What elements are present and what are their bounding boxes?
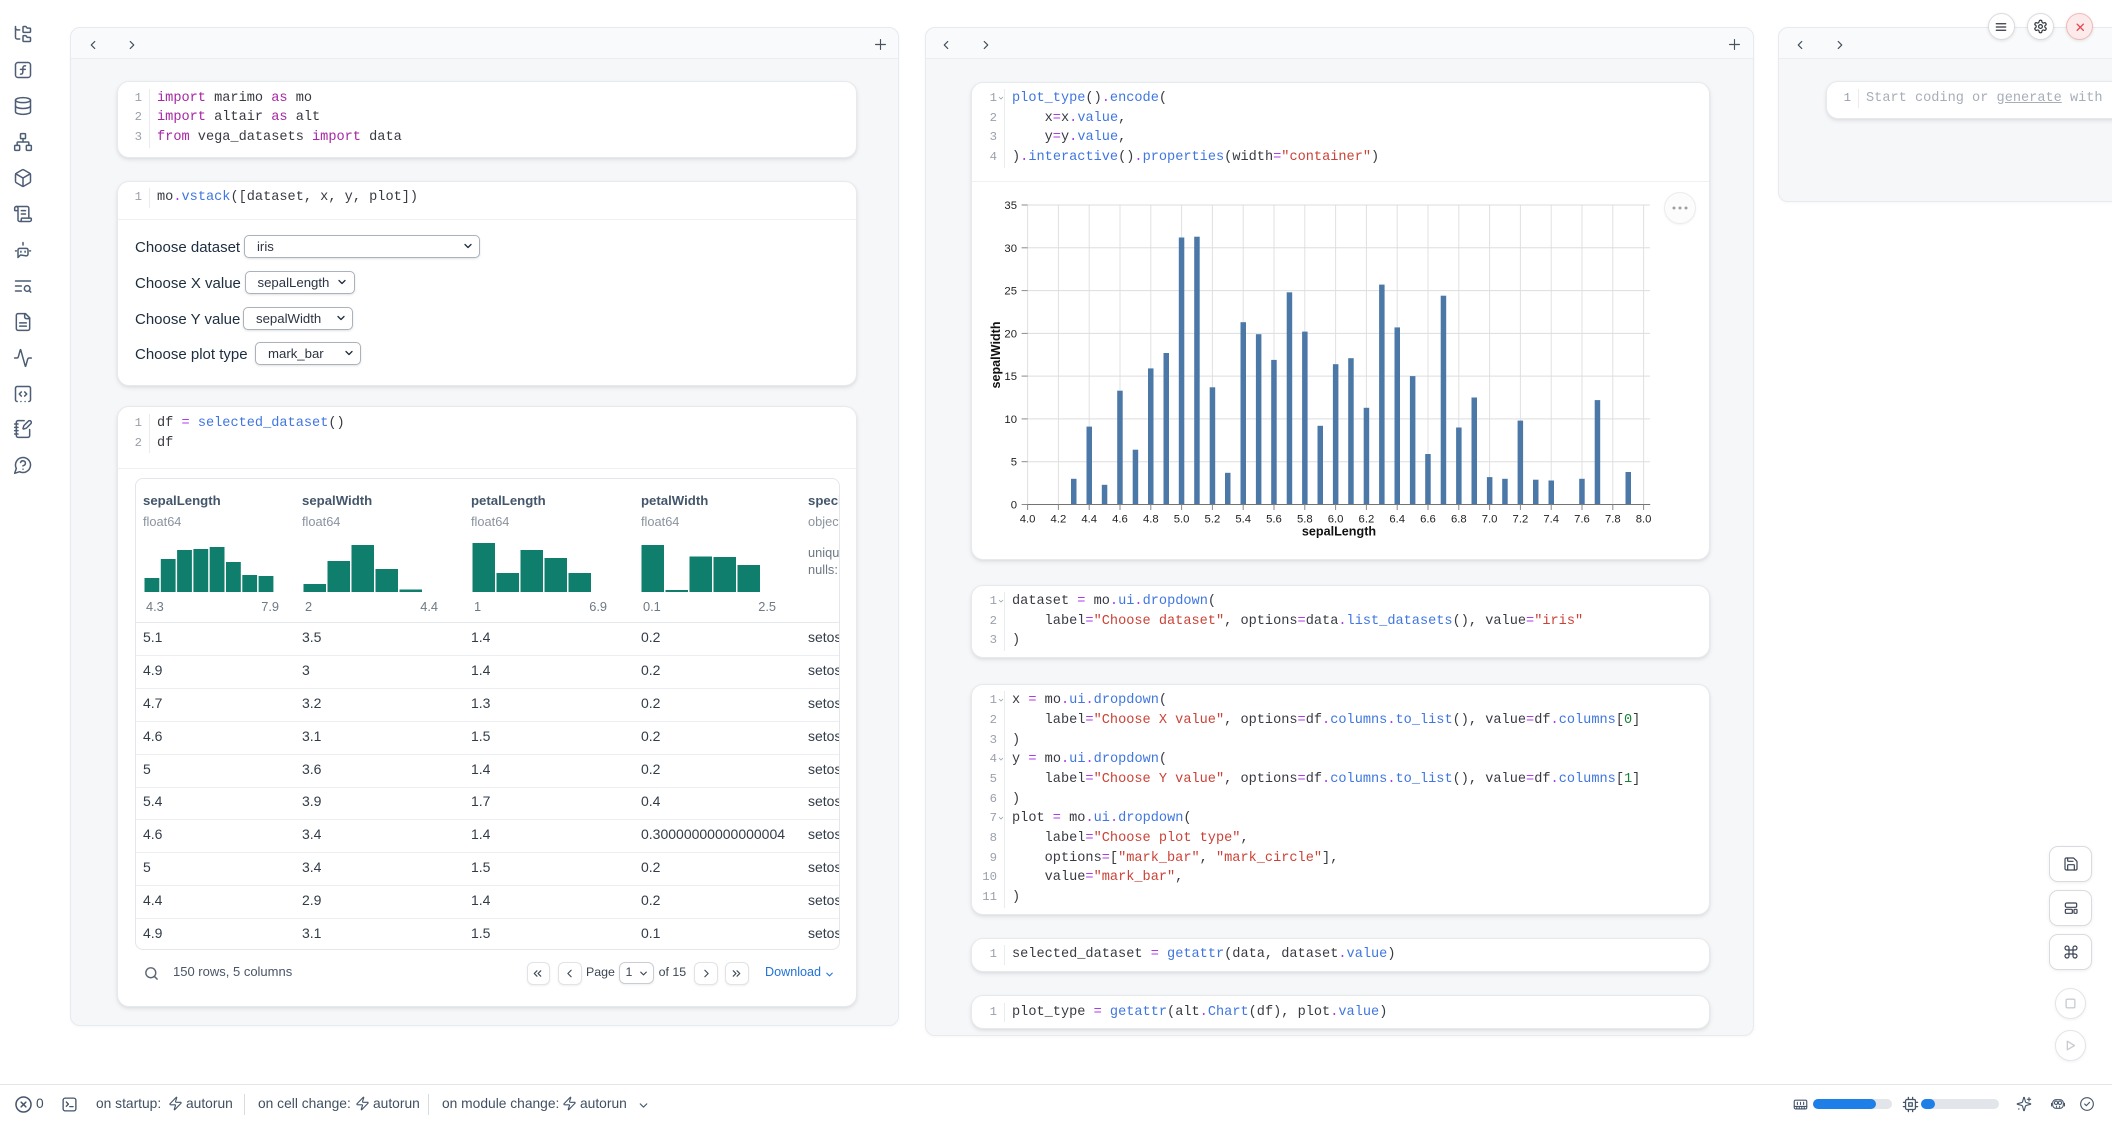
svg-text:5.2: 5.2	[1205, 514, 1221, 526]
svg-text:15: 15	[1004, 371, 1017, 383]
svg-text:10: 10	[1004, 414, 1017, 426]
svg-text:7.2: 7.2	[1513, 514, 1529, 526]
svg-text:5.4: 5.4	[1235, 514, 1251, 526]
svg-text:6.4: 6.4	[1389, 514, 1405, 526]
svg-text:5: 5	[1011, 457, 1017, 469]
svg-text:sepalWidth: sepalWidth	[989, 321, 1003, 388]
svg-text:7.8: 7.8	[1605, 514, 1621, 526]
svg-text:4.6: 4.6	[1112, 514, 1128, 526]
svg-text:7.0: 7.0	[1482, 514, 1498, 526]
svg-text:7.4: 7.4	[1543, 514, 1559, 526]
svg-text:7.6: 7.6	[1574, 514, 1590, 526]
svg-text:6.6: 6.6	[1420, 514, 1436, 526]
svg-text:35: 35	[1004, 200, 1017, 212]
svg-text:25: 25	[1004, 286, 1017, 298]
svg-text:4.2: 4.2	[1051, 514, 1067, 526]
svg-text:30: 30	[1004, 243, 1017, 255]
svg-text:8.0: 8.0	[1636, 514, 1652, 526]
svg-text:5.0: 5.0	[1174, 514, 1190, 526]
svg-text:20: 20	[1004, 328, 1017, 340]
svg-text:4.0: 4.0	[1020, 514, 1036, 526]
svg-text:5.6: 5.6	[1266, 514, 1282, 526]
svg-text:sepalLength: sepalLength	[1302, 525, 1376, 539]
svg-text:4.8: 4.8	[1143, 514, 1159, 526]
svg-text:6.8: 6.8	[1451, 514, 1467, 526]
svg-text:4.4: 4.4	[1081, 514, 1097, 526]
svg-text:0: 0	[1011, 500, 1017, 512]
